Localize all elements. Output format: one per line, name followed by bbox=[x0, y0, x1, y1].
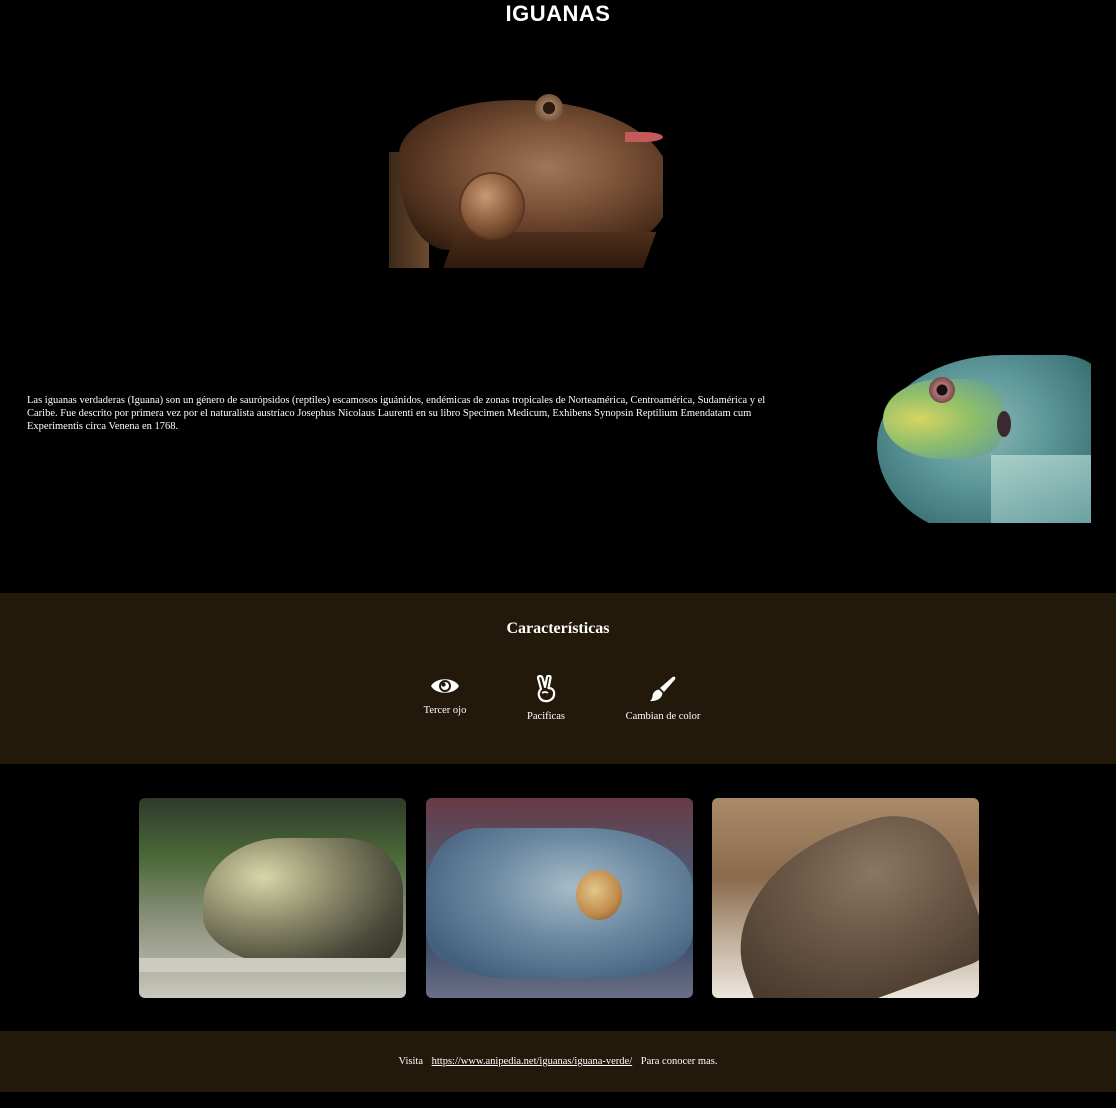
feature-tercer-ojo: Tercer ojo bbox=[414, 675, 476, 716]
features-section: Características Tercer ojo Pacificas Cam… bbox=[0, 593, 1116, 764]
features-title: Características bbox=[506, 620, 610, 637]
hero-iguana-image bbox=[389, 82, 663, 268]
page-title: IGUANAS bbox=[505, 1, 611, 26]
gallery-image-3 bbox=[712, 798, 979, 998]
feature-label: Cambian de color bbox=[625, 711, 701, 722]
footer-suffix: Para conocer mas. bbox=[640, 1056, 718, 1067]
feature-pacificas: Pacificas bbox=[516, 675, 576, 722]
feature-cambian-de-color: Cambian de color bbox=[612, 675, 714, 722]
side-iguana-image bbox=[841, 345, 1091, 523]
eye-icon bbox=[431, 679, 459, 693]
footer: Visita https://www.anipedia.net/iguanas/… bbox=[0, 1031, 1116, 1092]
peace-hand-icon bbox=[536, 675, 556, 703]
intro-paragraph: Las iguanas verdaderas (Iguana) son un g… bbox=[27, 395, 766, 432]
feature-label: Tercer ojo bbox=[423, 705, 467, 716]
gallery-image-2 bbox=[426, 798, 693, 998]
anipedia-link[interactable]: https://www.anipedia.net/iguanas/iguana-… bbox=[432, 1056, 633, 1067]
paintbrush-icon bbox=[650, 676, 676, 702]
feature-label: Pacificas bbox=[527, 711, 565, 722]
footer-prefix: Visita bbox=[398, 1056, 423, 1067]
gallery-image-1 bbox=[139, 798, 406, 998]
